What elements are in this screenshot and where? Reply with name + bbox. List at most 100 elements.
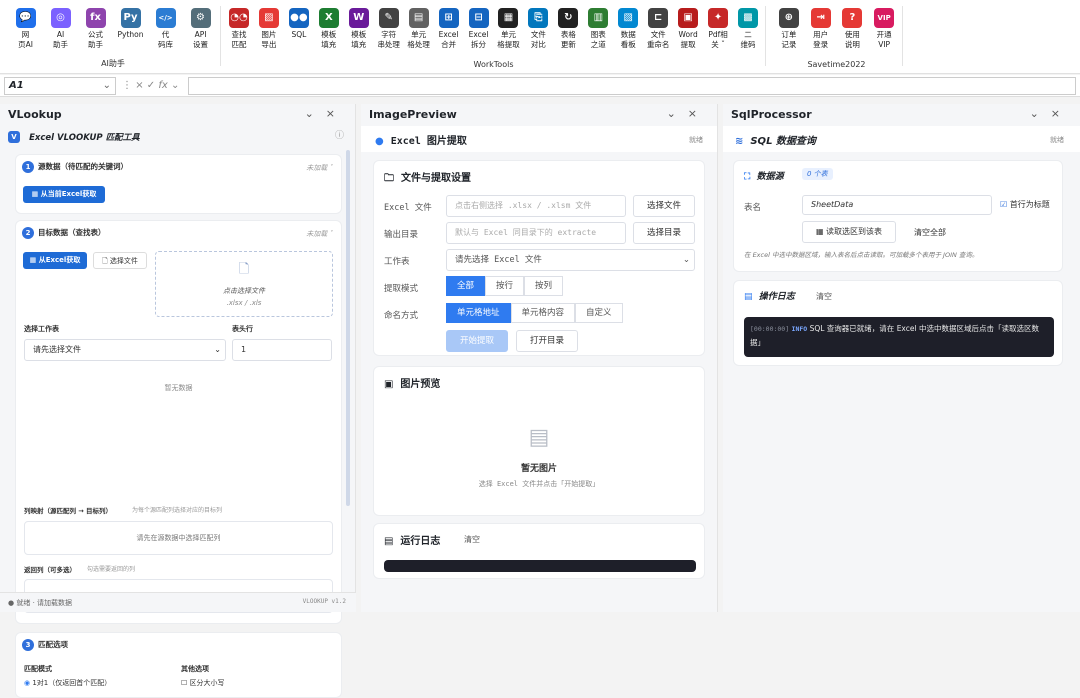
case-sensitive-checkbox[interactable]: ☐ 区分大小写 xyxy=(181,678,225,688)
database-icon: ≋ xyxy=(735,136,744,147)
ribbon-button[interactable]: ▥ 图表 之道 xyxy=(584,8,612,56)
empty-title: 暂无图片 xyxy=(520,464,557,474)
ribbon-button[interactable]: ✦ Pdf相 关 ˇ xyxy=(704,8,732,56)
empty-image-icon: ▤ xyxy=(528,425,550,450)
file-drop-zone[interactable]: 🗋 点击选择文件 .xlsx / .xls xyxy=(155,251,333,317)
step-badge: 3 xyxy=(22,639,34,651)
table-name-input[interactable]: SheetData xyxy=(802,195,992,215)
login-icon: ⇥ xyxy=(810,8,831,28)
mode-option[interactable]: 全部 xyxy=(446,276,486,296)
scrollbar[interactable] xyxy=(346,150,350,506)
select-dir-button[interactable]: 选择目录 xyxy=(633,222,695,244)
ribbon-button[interactable]: ▣ Word 提取 xyxy=(674,8,702,56)
button-label: 选择文件 xyxy=(109,257,138,265)
mode-option[interactable]: 按列 xyxy=(524,276,564,296)
ribbon-button-label: 图片 导出 xyxy=(261,30,277,49)
excel-get-button[interactable]: ▦ 从Excel获取 xyxy=(23,252,87,269)
ribbon-button[interactable]: ✎ 字符 串处理 xyxy=(375,8,403,56)
ribbon-button[interactable]: ▧ 数据 看板 xyxy=(614,8,642,56)
ribbon-button[interactable]: ⊕ 订单 记录 xyxy=(775,8,803,56)
chevron-down-icon: ⌄ xyxy=(214,345,221,354)
info-icon[interactable]: ⓘ xyxy=(335,128,344,141)
ribbon-button[interactable]: ⊞ Excel 合并 xyxy=(435,8,463,56)
header-row-input[interactable]: 1 xyxy=(232,339,332,361)
ribbon-button[interactable]: ●● SQL xyxy=(285,8,313,56)
output-dir-input[interactable]: 默认与 Excel 同目录下的 extracte xyxy=(446,222,626,244)
fx-icon[interactable]: fx xyxy=(158,80,167,91)
ribbon-button[interactable]: ◎ AI 助手 xyxy=(47,8,75,56)
ribbon-button[interactable]: W 模板 填充 xyxy=(345,8,373,56)
naming-option[interactable]: 单元格地址 xyxy=(446,303,511,323)
ribbon-button[interactable]: Py Python xyxy=(117,8,145,56)
name-box[interactable]: A1 ⌄ xyxy=(4,77,116,95)
ribbon-button[interactable]: ⊏ 文件 重命名 xyxy=(644,8,672,56)
chevron-down-icon[interactable]: ⌄ xyxy=(103,78,111,94)
ribbon-button[interactable]: ⚙ API 设置 xyxy=(187,8,215,56)
confirm-icon[interactable]: ✓ xyxy=(147,80,155,91)
first-row-checkbox[interactable]: ☑ 首行为标题 xyxy=(1000,199,1050,210)
clear-log-button[interactable]: 清空 xyxy=(464,534,480,545)
ribbon-button-label: Excel 拆分 xyxy=(468,30,489,49)
naming-option[interactable]: 自定义 xyxy=(575,303,623,323)
ribbon-button[interactable]: X 模板 填充 xyxy=(315,8,343,56)
ribbon-button[interactable]: </> 代 码库 xyxy=(152,8,180,56)
select-file-button[interactable]: 选择文件 xyxy=(633,195,695,217)
ribbon-button-label: 订单 记录 xyxy=(781,30,797,49)
naming-option[interactable]: 单元格内容 xyxy=(510,303,576,323)
ribbon-button[interactable]: ⇥ 用户 登录 xyxy=(807,8,835,56)
open-dir-button[interactable]: 打开目录 xyxy=(516,330,578,352)
ribbon-button[interactable]: ▨ 图片 导出 xyxy=(255,8,283,56)
pdf-icon: ✦ xyxy=(708,8,729,28)
pane-controls[interactable]: ⌄× xyxy=(305,107,347,120)
ribbon-group-label: WorkTools xyxy=(473,60,514,69)
ribbon-button[interactable]: ? 使用 说明 xyxy=(838,8,866,56)
ribbon-button[interactable]: 💬 网 页AI xyxy=(12,8,40,56)
pane-header: ImagePreview ⌄× xyxy=(361,104,717,126)
status-label[interactable]: 未加载 ˇ xyxy=(306,163,333,173)
clear-log-button[interactable]: 清空 xyxy=(816,291,832,302)
gear-icon: ⚙ xyxy=(190,8,211,28)
target-section: 2 目标数据（查找表） 未加载 ˇ ▦ 从Excel获取 🗋 选择文件 🗋 点击选… xyxy=(15,220,342,624)
start-extract-button[interactable]: 开始提取 xyxy=(446,330,508,352)
output-dir-label: 输出目录 xyxy=(384,230,419,240)
ribbon-button-label: 网 页AI xyxy=(18,30,33,49)
ribbon-button[interactable]: ◔◔ 查找 匹配 xyxy=(225,8,253,56)
ribbon-button[interactable]: ⎘ 文件 对比 xyxy=(524,8,552,56)
sheet-select[interactable]: 请先选择文件 ⌄ xyxy=(24,339,226,361)
ribbon-button-label: 开通 VIP xyxy=(876,30,892,49)
mode-radio[interactable]: ◉ 1对1（仅返回首个匹配） xyxy=(24,678,111,688)
ribbon-button-label: 字符 串处理 xyxy=(377,30,400,49)
file-input[interactable]: 点击右侧选择 .xlsx / .xlsm 文件 xyxy=(446,195,626,217)
clear-all-button[interactable]: 清空全部 xyxy=(914,227,946,238)
section-title: 源数据（待匹配的关键词） xyxy=(38,162,128,171)
ribbon-button[interactable]: fx 公式 助手 xyxy=(82,8,110,56)
mode-option[interactable]: 按行 xyxy=(485,276,525,296)
pane-controls[interactable]: ⌄× xyxy=(667,107,709,120)
chevron-down-icon: ⌄ xyxy=(682,255,690,265)
panel-title: ● Excel 图片提取 xyxy=(375,132,467,147)
read-selection-button[interactable]: ▦ 读取选区到该表 xyxy=(802,221,896,243)
pane-controls[interactable]: ⌄× xyxy=(1030,107,1072,120)
mode-label: 匹配模式 xyxy=(24,665,52,673)
formula-input[interactable] xyxy=(188,77,1076,95)
status-label[interactable]: 未加载 ˇ xyxy=(306,229,333,239)
sheet-select[interactable]: 请先选择 Excel 文件 ⌄ xyxy=(446,249,695,271)
sheet-label: 工作表 xyxy=(384,257,410,267)
ribbon-button[interactable]: ⊟ Excel 拆分 xyxy=(465,8,493,56)
ribbon-button-label: 模板 填充 xyxy=(321,30,337,49)
step-badge: 1 xyxy=(22,161,34,173)
image-icon: ▨ xyxy=(258,8,279,28)
ribbon-button[interactable]: ▩ 二 维码 xyxy=(734,8,762,56)
ribbon-button[interactable]: ▦ 单元 格提取 xyxy=(494,8,522,56)
ribbon-button[interactable]: ▤ 单元 格处理 xyxy=(405,8,433,56)
checkbox-label: 首行为标题 xyxy=(1009,200,1050,209)
ribbon-button[interactable]: VIP 开通 VIP xyxy=(870,8,898,56)
ribbon-button[interactable]: ↻ 表格 更新 xyxy=(554,8,582,56)
panel-title-text: Excel 图片提取 xyxy=(390,136,467,147)
ribbon-button-label: 用户 登录 xyxy=(813,30,829,49)
get-from-excel-button[interactable]: ▦ 从当前Excel获取 xyxy=(23,186,105,203)
image-icon: ▣ xyxy=(384,379,394,390)
status-text: ● 就绪 · 请加载数据 xyxy=(8,599,73,607)
cancel-icon[interactable]: × xyxy=(135,80,143,91)
select-file-button[interactable]: 🗋 选择文件 xyxy=(93,252,147,269)
